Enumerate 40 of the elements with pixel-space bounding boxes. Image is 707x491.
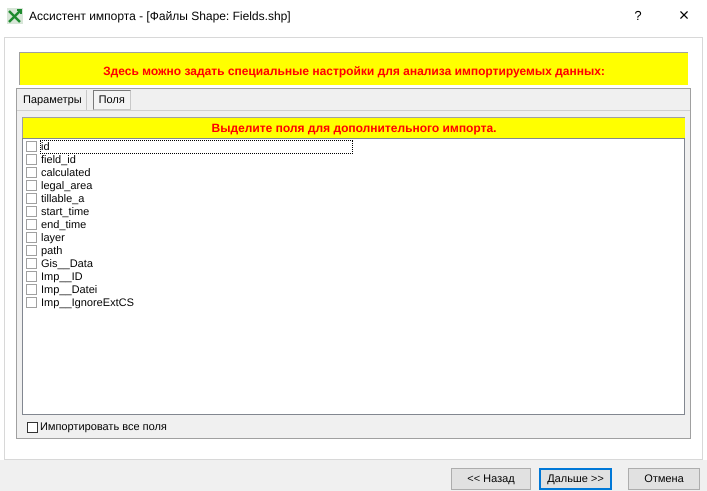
field-checkbox[interactable] <box>26 271 37 282</box>
field-checkbox[interactable] <box>26 167 37 178</box>
field-checkbox[interactable] <box>26 297 37 308</box>
field-item[interactable]: tillable_a <box>40 192 86 206</box>
field-checkbox[interactable] <box>26 219 37 230</box>
field-checkbox[interactable] <box>26 180 37 191</box>
tab[interactable]: Поля <box>92 90 131 110</box>
field-item[interactable]: id <box>40 140 353 154</box>
field-item[interactable]: Imp__Datei <box>40 282 98 296</box>
field-item[interactable]: calculated <box>40 166 92 180</box>
field-item[interactable]: end_time <box>40 218 88 232</box>
info-banner: Здесь можно задать специальные настройки для анализа импортируемых данных: <box>19 52 688 85</box>
field-checkbox[interactable] <box>26 232 37 243</box>
field-item[interactable]: field_id <box>40 152 77 166</box>
field-item[interactable]: Imp__IgnoreExtCS <box>40 296 135 310</box>
fields-header: Выделите поля для дополнительного импорта. <box>22 117 685 138</box>
field-checkbox[interactable] <box>26 245 37 256</box>
dialog-button[interactable]: Отмена <box>628 468 700 490</box>
field-checkbox[interactable] <box>26 154 37 165</box>
app-icon <box>7 8 23 24</box>
field-checkbox[interactable] <box>26 258 37 269</box>
tab[interactable]: Параметры <box>19 90 87 110</box>
dialog-button[interactable]: Дальше >> <box>539 468 612 490</box>
close-button[interactable]: × <box>661 0 707 31</box>
window-title: Ассистент импорта - [Файлы Shape: Fields.shp] <box>29 8 291 24</box>
help-button[interactable]: ? <box>615 0 661 31</box>
import-all-checkbox[interactable]: Импортировать все поля <box>27 418 167 436</box>
dialog-button[interactable]: << Назад <box>451 468 531 490</box>
field-item[interactable]: layer <box>40 230 66 244</box>
field-item[interactable]: start_time <box>40 204 90 218</box>
field-checkbox[interactable] <box>26 284 37 295</box>
field-item[interactable]: Imp__ID <box>40 270 84 284</box>
field-checkbox[interactable] <box>26 141 37 152</box>
checkbox-icon[interactable] <box>27 422 38 432</box>
field-item[interactable]: legal_area <box>40 178 94 192</box>
field-checkbox[interactable] <box>26 193 37 204</box>
checkbox-label: Импортировать все поля <box>40 420 167 435</box>
field-checkbox[interactable] <box>26 206 37 217</box>
field-item[interactable]: Gis__Data <box>40 256 94 270</box>
field-item[interactable]: path <box>40 244 64 258</box>
